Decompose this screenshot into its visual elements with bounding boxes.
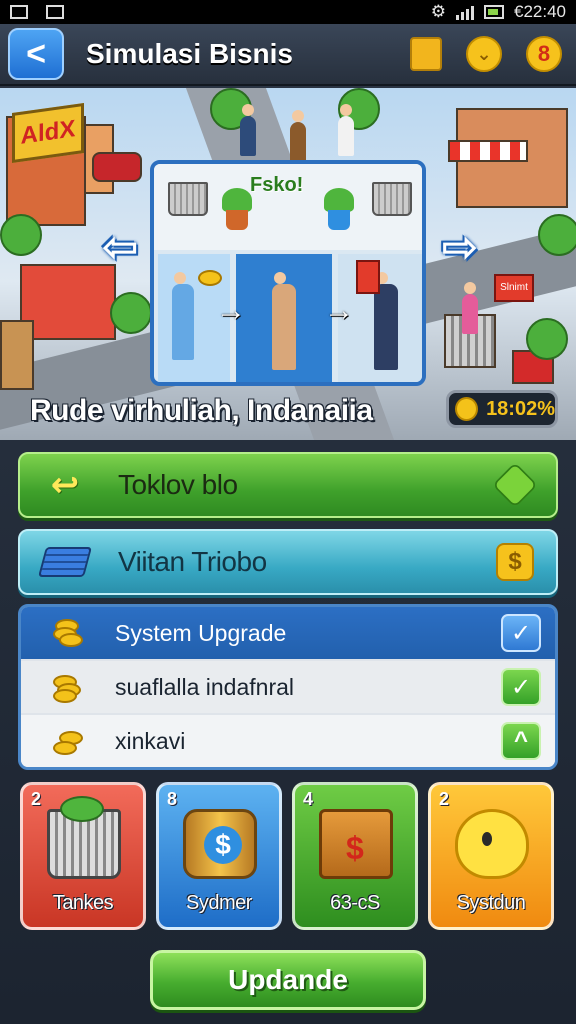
coin-stack-icon [51, 617, 85, 649]
card-label: Tankes [52, 892, 114, 914]
expand-toggle[interactable]: ^ [501, 722, 541, 760]
back-button[interactable]: < [8, 28, 64, 80]
mascot-icon [455, 809, 529, 879]
card-level: 4 [303, 789, 314, 809]
city-scene: AldX Slnimt ⇦ ⇨ Fsko! → → Rude virhuliah… [0, 88, 576, 440]
signal-icon [456, 4, 474, 20]
coin-barrel-icon [183, 809, 257, 879]
market-stall [20, 264, 116, 340]
timer-display: 18:02% [446, 390, 558, 428]
card-label: Sydmer [186, 892, 252, 914]
coin-stack-icon [51, 725, 85, 757]
potted-plant-icon [222, 188, 252, 232]
list-item-label: suaflalla indafnral [115, 673, 295, 700]
card-63cs[interactable]: 4 63-cS [292, 782, 418, 930]
person [338, 104, 354, 156]
shop-sign: Slnimt [494, 274, 534, 302]
upgrade-list: System Upgrade ✓ suaflalla indafnral ✓ x… [18, 604, 558, 770]
card-tankes[interactable]: 2 Tankes [20, 782, 146, 930]
shopping-cart-icon [47, 796, 121, 879]
card-systdun[interactable]: 2 Systdun [428, 782, 554, 930]
primary-action-button[interactable]: ↩ Toklov blo [18, 452, 558, 518]
shop-awning [448, 140, 528, 162]
tree [110, 292, 152, 334]
nav-left-arrow[interactable]: ⇦ [96, 222, 144, 272]
panel-top-row: Fsko! [154, 164, 422, 250]
panel-label: Fsko! [250, 174, 304, 196]
card-sydmer[interactable]: 8 Sydmer [156, 782, 282, 930]
coin-stack-icon [51, 671, 85, 703]
person [290, 110, 306, 162]
settings-gear-icon: ⚙ [430, 2, 446, 21]
tree [0, 214, 42, 256]
dollar-coin-icon: $ [496, 543, 534, 581]
notification-count-badge[interactable]: 8 [526, 36, 562, 72]
chevron-down-icon[interactable]: ⌄ [466, 36, 502, 72]
back-arrow-icon: < [26, 34, 46, 73]
timer-value: 18:02% [486, 397, 555, 420]
secondary-action-button[interactable]: Viitan Triobo $ [18, 529, 558, 595]
money-stack-icon [37, 547, 93, 577]
cardboard-boxes [0, 320, 34, 390]
tree [538, 214, 576, 256]
card-level: 2 [439, 789, 450, 809]
scene-caption: Rude virhuliah, Indanaiia [30, 394, 373, 427]
secondary-action-label: Viitan Triobo [118, 546, 267, 577]
person [462, 282, 478, 334]
money-bag-icon [319, 809, 393, 879]
nav-right-arrow[interactable]: ⇨ [436, 222, 484, 272]
flow-arrow-icon: → [216, 294, 246, 327]
battery-icon [484, 5, 504, 19]
checkbox[interactable]: ✓ [501, 614, 541, 652]
list-item[interactable]: System Upgrade ✓ [21, 607, 555, 659]
person [240, 104, 256, 156]
card-label: 63-cS [330, 892, 380, 914]
update-button[interactable]: Updande [150, 950, 426, 1010]
list-item-label: System Upgrade [115, 619, 287, 646]
card-label: Systdun [456, 892, 526, 914]
tree [526, 318, 568, 360]
coin-icon [455, 397, 479, 421]
business-flow-panel[interactable]: Fsko! → → [150, 160, 426, 386]
page-title: Simulasi Bisnis [86, 38, 293, 69]
potted-plant-icon [324, 188, 354, 232]
checkbox[interactable]: ✓ [501, 668, 541, 706]
list-item[interactable]: suaflalla indafnral ✓ [21, 661, 555, 713]
primary-action-label: Toklov blo [118, 469, 238, 500]
customer-figure [236, 254, 332, 382]
screenshot-icon [10, 5, 28, 19]
shopping-cart-icon [372, 182, 412, 216]
card-level: 8 [167, 789, 178, 809]
folder-icon[interactable] [410, 37, 442, 71]
flow-arrow-icon: → [324, 294, 354, 327]
store-sign: AldX [12, 102, 84, 164]
list-item[interactable]: xinkavi ^ [21, 715, 555, 767]
status-time: €22:40 [514, 2, 566, 21]
card-level: 2 [31, 789, 42, 809]
list-item-label: xinkavi [115, 727, 186, 754]
status-bar: ⚙ €22:40 [0, 0, 576, 24]
shopping-cart-icon [168, 182, 208, 216]
green-cube-icon [492, 462, 538, 508]
close-notification-icon [46, 5, 64, 19]
panel-bottom-row: → → [154, 250, 422, 382]
top-header: < Simulasi Bisnis ⌄ 8 [0, 24, 576, 86]
curved-arrow-icon: ↩ [50, 466, 80, 504]
red-car [92, 152, 142, 182]
